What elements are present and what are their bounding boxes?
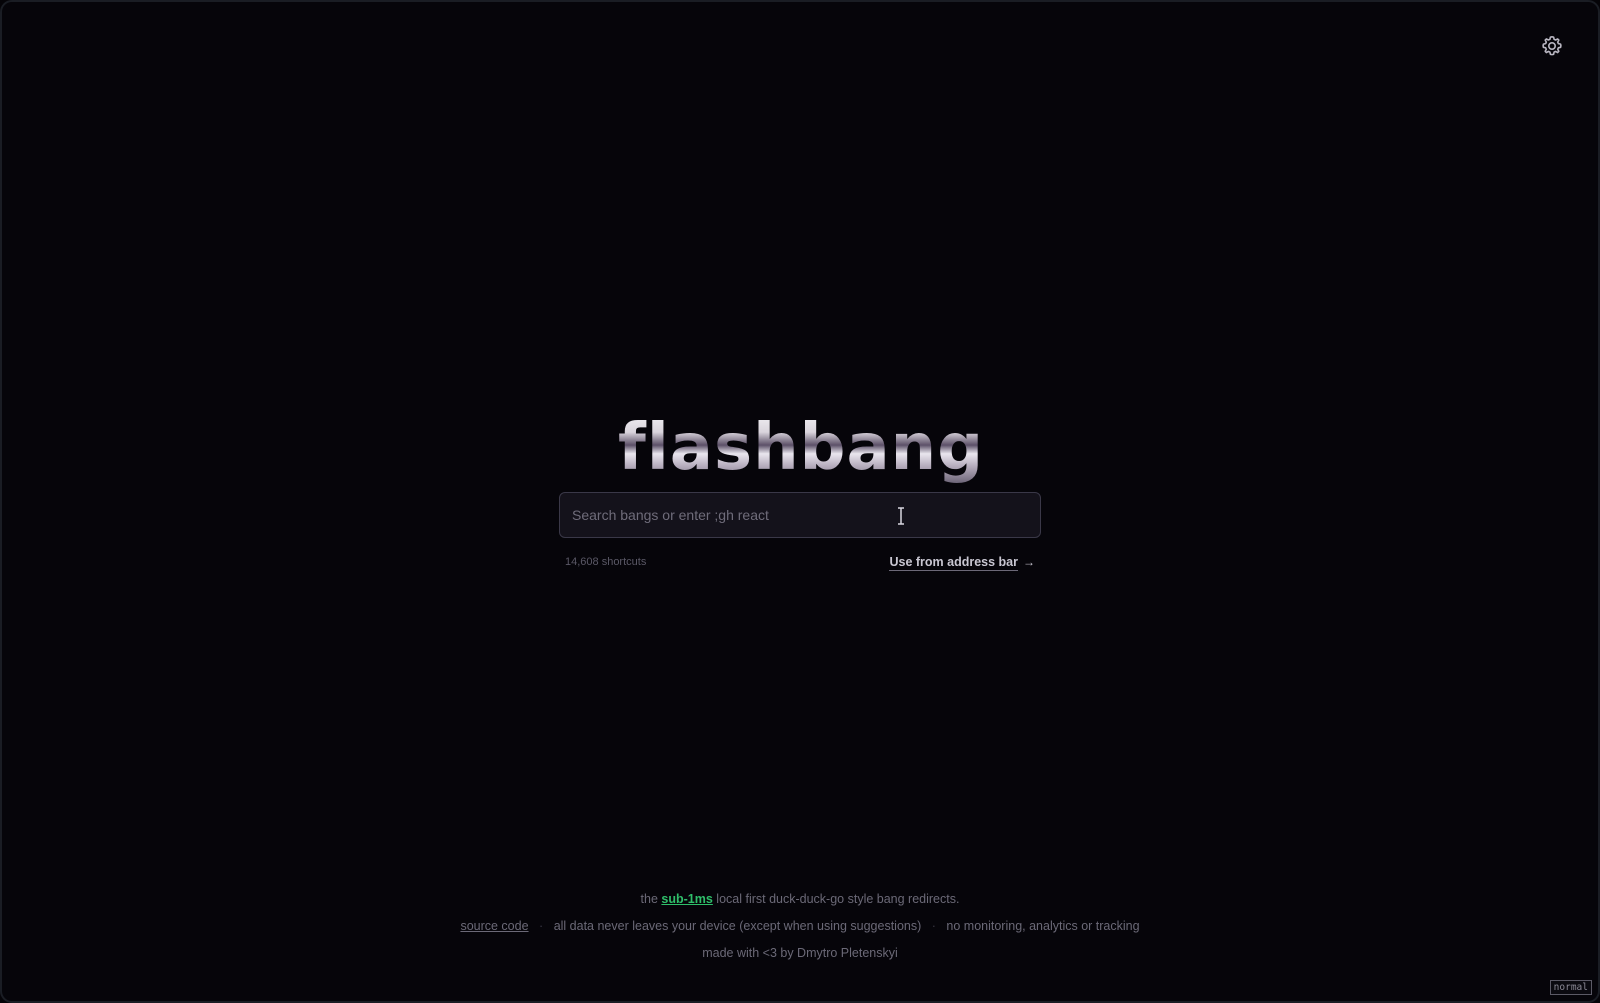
- footer-links: source code · all data never leaves your…: [2, 917, 1598, 944]
- search-meta: 14,608 shortcuts Use from address bar →: [565, 553, 1035, 571]
- sub-1ms-link[interactable]: sub-1ms: [661, 892, 712, 906]
- tagline: the sub-1ms local first duck-duck-go sty…: [2, 890, 1598, 917]
- tagline-prefix: the: [640, 892, 658, 906]
- settings-button[interactable]: [1540, 34, 1564, 58]
- search-input[interactable]: [560, 493, 1040, 537]
- logo: flashbang: [618, 411, 984, 485]
- text-cursor-icon: [898, 507, 904, 525]
- tagline-suffix: local first duck-duck-go style bang redi…: [716, 892, 960, 906]
- separator: ·: [539, 919, 544, 933]
- footer: the sub-1ms local first duck-duck-go sty…: [2, 890, 1598, 971]
- mode-badge: normal: [1549, 980, 1592, 995]
- shortcut-count: 14,608 shortcuts: [565, 556, 647, 568]
- source-code-link[interactable]: source code: [460, 919, 528, 933]
- separator: ·: [931, 919, 936, 933]
- app-window: flashbang 14,608 shortcuts Use from addr…: [0, 0, 1600, 1003]
- search-box[interactable]: [559, 492, 1041, 538]
- credits: made with <3 by Dmytro Pletenskyi: [702, 946, 898, 960]
- gear-icon: [1542, 36, 1562, 56]
- address-bar-link-wrap: Use from address bar →: [889, 553, 1035, 571]
- privacy-note: all data never leaves your device (excep…: [553, 919, 922, 933]
- main-panel: flashbang 14,608 shortcuts Use from addr…: [2, 412, 1598, 571]
- tracking-note: no monitoring, analytics or tracking: [946, 919, 1140, 933]
- address-bar-link[interactable]: Use from address bar: [889, 555, 1018, 571]
- arrow-right-icon: →: [1023, 555, 1035, 569]
